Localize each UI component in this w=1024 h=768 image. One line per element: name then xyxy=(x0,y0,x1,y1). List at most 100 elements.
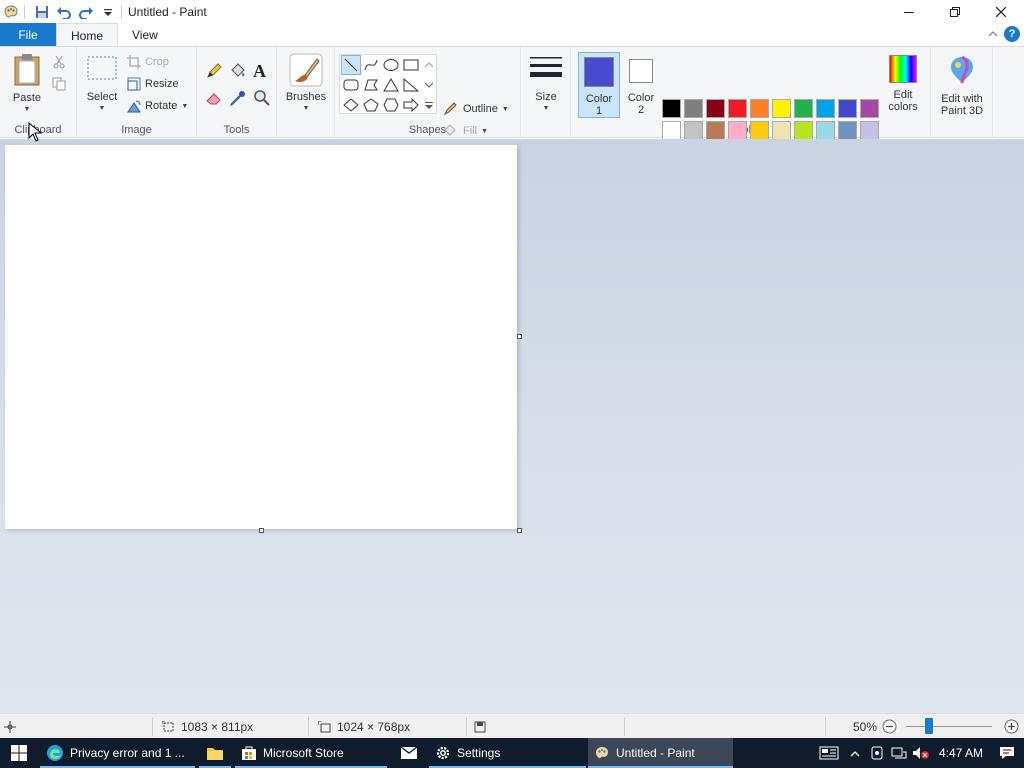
gallery-scroll-up-icon[interactable] xyxy=(422,55,436,75)
size-label: Size xyxy=(535,91,557,103)
taskbar-settings[interactable]: Settings xyxy=(429,738,586,768)
copy-button[interactable] xyxy=(52,77,66,91)
right-triangle-shape-icon[interactable] xyxy=(401,75,421,95)
zoom-in-icon[interactable] xyxy=(1004,719,1019,734)
resize-button[interactable]: Resize xyxy=(127,77,179,91)
tab-file[interactable]: File xyxy=(0,23,56,46)
right-arrow-shape-icon[interactable] xyxy=(401,95,421,115)
gallery-more-icon[interactable] xyxy=(422,95,436,115)
palette-swatch[interactable] xyxy=(860,121,879,140)
text-tool-button[interactable]: A xyxy=(253,61,266,82)
palette-swatch[interactable] xyxy=(816,99,835,118)
palette-swatch[interactable] xyxy=(816,121,835,140)
paste-button[interactable]: Paste ▼ xyxy=(8,53,46,116)
palette-swatch[interactable] xyxy=(794,99,813,118)
tab-view[interactable]: View xyxy=(118,23,172,46)
cut-button[interactable] xyxy=(52,55,66,69)
drawing-canvas[interactable] xyxy=(5,145,517,529)
palette-swatch[interactable] xyxy=(838,121,857,140)
undo-icon[interactable] xyxy=(53,0,75,23)
palette-swatch[interactable] xyxy=(772,99,791,118)
restore-button[interactable] xyxy=(932,0,978,23)
customize-quick-access-icon[interactable] xyxy=(97,0,119,23)
line-shape-icon[interactable] xyxy=(341,55,361,75)
chevron-up-icon[interactable] xyxy=(844,738,866,768)
palette-swatch[interactable] xyxy=(860,99,879,118)
cursor-position xyxy=(4,714,16,739)
palette-swatch[interactable] xyxy=(662,121,681,140)
minimize-button[interactable] xyxy=(886,0,932,23)
palette-swatch[interactable] xyxy=(684,99,703,118)
palette-swatch[interactable] xyxy=(684,121,703,140)
palette-swatch[interactable] xyxy=(706,99,725,118)
outline-button[interactable]: Outline ▼ xyxy=(443,102,509,116)
canvas-workspace[interactable] xyxy=(0,122,1024,713)
pentagon-shape-icon[interactable] xyxy=(361,95,381,115)
select-button[interactable]: Select ▼ xyxy=(83,55,121,115)
fill-button[interactable]: Fill ▼ xyxy=(443,124,488,138)
meet-now-icon[interactable] xyxy=(866,738,888,768)
crop-button[interactable]: Crop xyxy=(127,55,169,69)
brushes-button[interactable]: Brushes ▼ xyxy=(285,53,327,115)
edit-colors-button[interactable]: Edit colors xyxy=(881,52,925,118)
hexagon-shape-icon[interactable] xyxy=(381,95,401,115)
taskbar-mail[interactable] xyxy=(393,738,425,768)
help-icon[interactable]: ? xyxy=(1004,26,1020,42)
diamond-shape-icon[interactable] xyxy=(341,95,361,115)
zoom-slider-thumb[interactable] xyxy=(925,718,933,734)
color-1-button[interactable]: Color 1 xyxy=(578,52,620,118)
edit-with-paint3d-button[interactable]: Edit with Paint 3D xyxy=(933,55,991,117)
gallery-scroll-down-icon[interactable] xyxy=(422,75,436,95)
palette-swatch[interactable] xyxy=(750,121,769,140)
rotate-button[interactable]: Rotate ▼ xyxy=(127,99,188,113)
close-button[interactable] xyxy=(978,0,1024,23)
triangle-shape-icon[interactable] xyxy=(381,75,401,95)
polygon-shape-icon[interactable] xyxy=(361,75,381,95)
palette-swatch[interactable] xyxy=(772,121,791,140)
taskbar-microsoft-store[interactable]: Microsoft Store xyxy=(235,738,387,768)
action-center-icon[interactable] xyxy=(990,738,1024,768)
color-picker-button[interactable] xyxy=(229,89,247,107)
eraser-button[interactable] xyxy=(205,89,223,107)
palette-swatch[interactable] xyxy=(838,99,857,118)
rectangle-shape-icon[interactable] xyxy=(401,55,421,75)
palette-swatch[interactable] xyxy=(662,99,681,118)
taskbar-file-explorer[interactable] xyxy=(199,738,231,768)
color-2-button[interactable]: Color 2 xyxy=(620,52,662,118)
palette-swatch[interactable] xyxy=(728,121,747,140)
canvas-resize-handle-bottom[interactable] xyxy=(259,528,264,533)
network-icon[interactable] xyxy=(888,738,910,768)
palette-swatch[interactable] xyxy=(706,121,725,140)
magnifier-button[interactable] xyxy=(253,89,271,107)
oval-shape-icon[interactable] xyxy=(381,55,401,75)
image-size: 1024 × 768px xyxy=(318,714,410,739)
redo-icon[interactable] xyxy=(75,0,97,23)
taskbar-paint[interactable]: Untitled - Paint xyxy=(588,738,733,768)
clock[interactable]: 4:47 AM xyxy=(932,738,990,768)
size-button[interactable]: Size ▼ xyxy=(527,53,565,115)
fill-bucket-button[interactable] xyxy=(229,62,247,80)
pencil-button[interactable] xyxy=(205,62,223,80)
tab-home[interactable]: Home xyxy=(56,23,119,47)
separator xyxy=(624,717,625,736)
select-label: Select xyxy=(86,91,118,103)
save-icon[interactable] xyxy=(31,0,53,23)
rounded-rectangle-shape-icon[interactable] xyxy=(341,75,361,95)
volume-muted-icon[interactable] xyxy=(910,738,932,768)
curve-shape-icon[interactable] xyxy=(361,55,381,75)
paint-app-icon[interactable] xyxy=(0,0,22,23)
start-button[interactable] xyxy=(0,738,38,768)
taskbar-store-label: Microsoft Store xyxy=(263,746,344,760)
collapse-ribbon-icon[interactable] xyxy=(988,30,998,38)
taskbar-edge[interactable]: Privacy error and 1 ... xyxy=(40,738,195,768)
canvas-resize-handle-right[interactable] xyxy=(517,334,522,339)
palette-swatch[interactable] xyxy=(728,99,747,118)
news-icon[interactable] xyxy=(814,738,844,768)
canvas-resize-handle-corner[interactable] xyxy=(517,528,522,533)
zoom-out-icon[interactable] xyxy=(882,719,897,734)
palette-swatch[interactable] xyxy=(750,99,769,118)
color-2-number: 2 xyxy=(637,104,645,116)
palette-swatch[interactable] xyxy=(794,121,813,140)
ribbon-help-area: ? xyxy=(988,26,1020,42)
zoom-slider-track[interactable] xyxy=(906,726,992,727)
